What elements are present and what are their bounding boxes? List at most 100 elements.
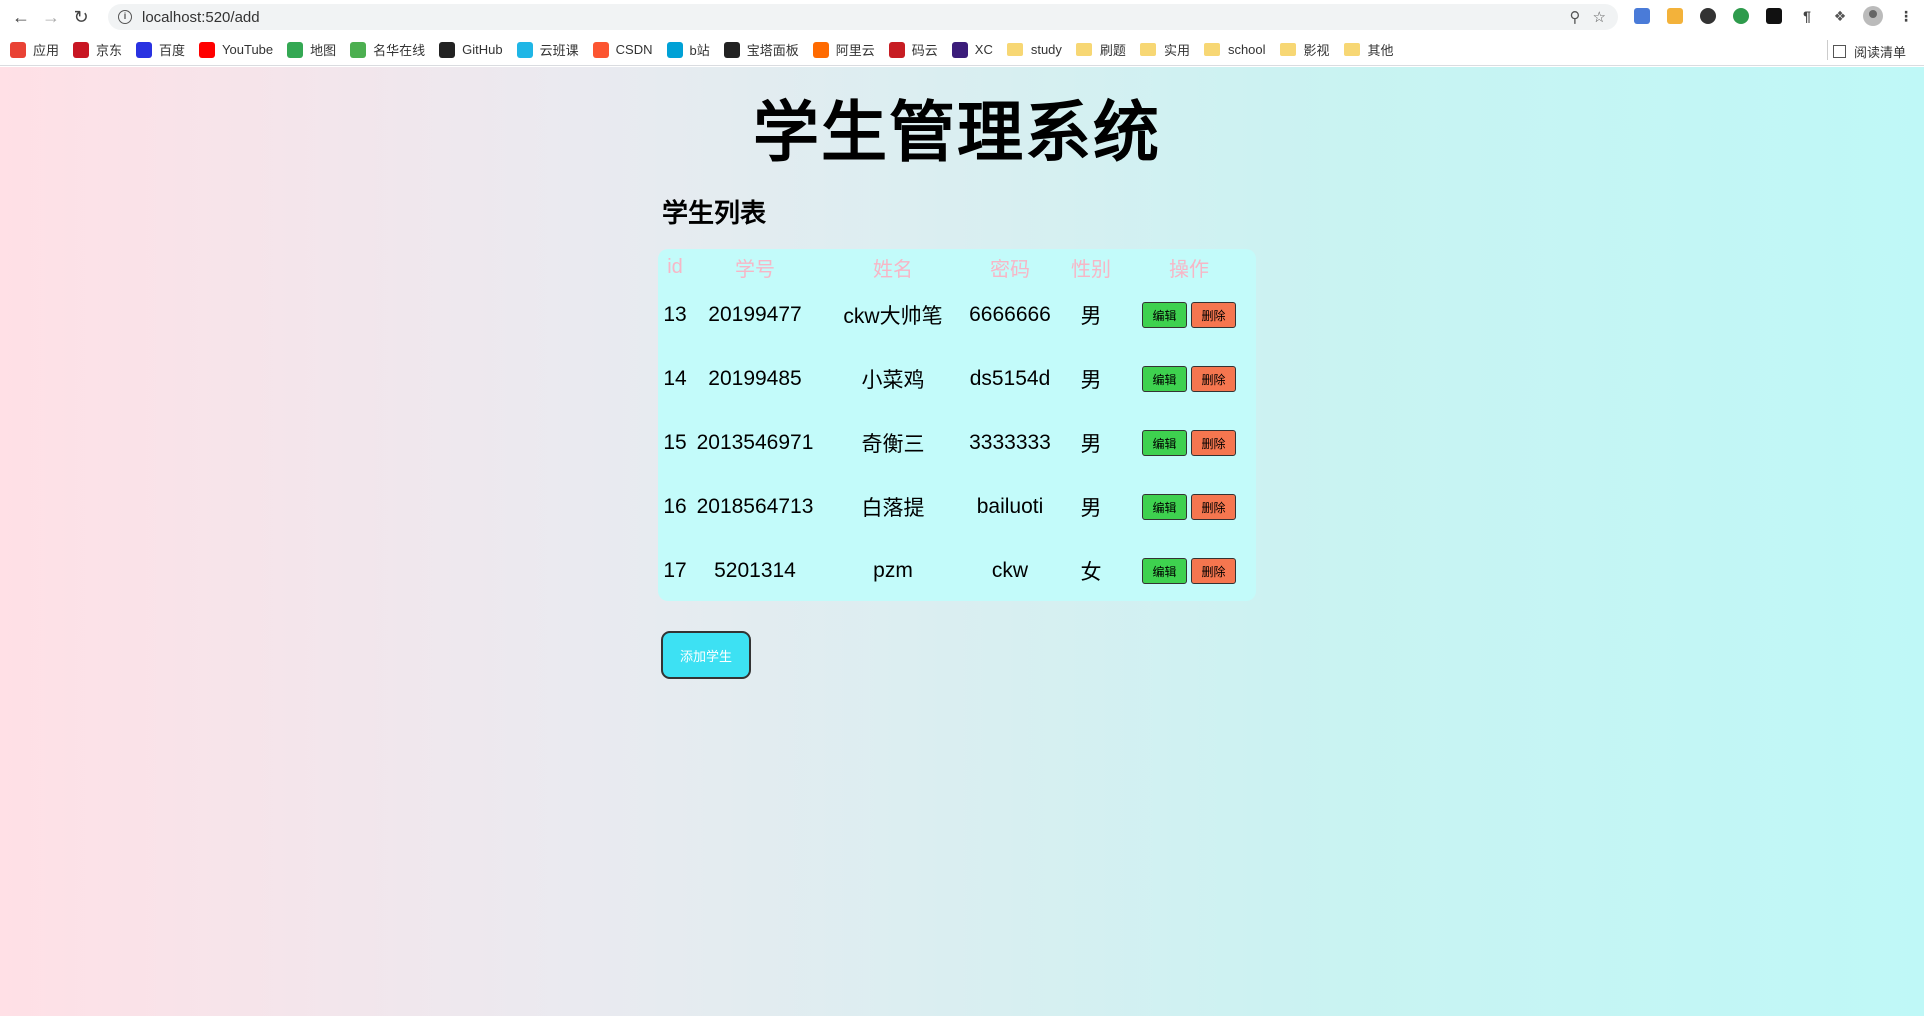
bookmark-favicon-icon <box>812 41 829 58</box>
cell-sno: 2018564713 <box>696 495 814 518</box>
bookmark-item[interactable]: 阿里云 <box>812 40 875 59</box>
cell-actions: 编辑 删除 <box>1130 347 1248 411</box>
folder-icon <box>1343 43 1360 56</box>
table-row: 16 2018564713 白落提 bailuoti 男 编辑 删除 <box>658 475 1248 539</box>
browser-toolbar: ← → ↻ i localhost:520/add ⚲ ☆ ¶ ❖ ⋮ <box>0 0 1924 34</box>
bookmark-folder[interactable]: 刷题 <box>1075 40 1126 59</box>
extension-icon-5[interactable] <box>1762 4 1786 28</box>
delete-button[interactable]: 删除 <box>1191 558 1236 585</box>
edit-button[interactable]: 编辑 <box>1142 494 1187 521</box>
bookmark-item[interactable]: YouTube <box>199 41 274 58</box>
bookmark-item[interactable]: b站 <box>666 40 710 59</box>
folder-icon <box>1279 43 1296 56</box>
site-info-icon[interactable]: i <box>118 10 132 24</box>
column-header-actions: 操作 <box>1169 258 1209 281</box>
bookmark-folder[interactable]: study <box>1006 42 1062 57</box>
extension-icon-4[interactable] <box>1729 4 1753 28</box>
extensions-bar: ¶ ❖ ⋮ <box>1630 4 1918 28</box>
cell-name: 奇衡三 <box>861 433 925 456</box>
extension-icon-6[interactable]: ¶ <box>1795 4 1819 28</box>
bookmark-item[interactable]: CSDN <box>592 41 653 58</box>
bookmark-favicon-icon <box>666 41 683 58</box>
cell-name: 小菜鸡 <box>861 369 925 392</box>
bookmark-folder-label: school <box>1227 42 1266 57</box>
edit-button[interactable]: 编辑 <box>1142 302 1187 329</box>
bookmark-label: 码云 <box>911 43 938 58</box>
bookmark-folder[interactable]: 实用 <box>1139 40 1190 59</box>
menu-kebab-icon[interactable]: ⋮ <box>1894 4 1918 28</box>
back-arrow-icon[interactable]: ← <box>6 2 36 32</box>
cell-id: 14 <box>663 367 687 390</box>
bookmark-label: 百度 <box>159 43 186 58</box>
bookmark-label: GitHub <box>462 42 503 57</box>
cell-id: 15 <box>663 431 687 454</box>
delete-button[interactable]: 删除 <box>1191 302 1236 329</box>
bookmark-item[interactable]: 宝塔面板 <box>723 40 799 59</box>
cell-sno: 20199485 <box>708 367 802 390</box>
bookmark-folder[interactable]: school <box>1203 42 1266 57</box>
table-row: 17 5201314 pzm ckw 女 编辑 删除 <box>658 539 1248 603</box>
folder-icon <box>1006 43 1023 56</box>
bookmark-label: 云班课 <box>539 43 579 58</box>
bookmark-item[interactable]: 地图 <box>287 40 336 59</box>
edit-button[interactable]: 编辑 <box>1142 366 1187 393</box>
bookmark-label: 名华在线 <box>373 43 426 58</box>
cell-id: 17 <box>663 559 687 582</box>
edit-button[interactable]: 编辑 <box>1142 558 1187 585</box>
bookmark-item[interactable]: 云班课 <box>516 40 579 59</box>
cell-password: bailuoti <box>976 495 1044 518</box>
cell-actions: 编辑 删除 <box>1130 283 1248 347</box>
folder-icon <box>1139 43 1156 56</box>
bookmark-favicon-icon <box>592 41 609 58</box>
address-bar[interactable]: i localhost:520/add ⚲ ☆ <box>108 4 1618 30</box>
cell-actions: 编辑 删除 <box>1130 475 1248 539</box>
puzzle-icon[interactable]: ❖ <box>1828 4 1852 28</box>
delete-button[interactable]: 删除 <box>1191 430 1236 457</box>
student-table-container: id 学号 姓名 密码 性别 操作 13 20199477 ckw大帅笔 666666… <box>658 249 1256 601</box>
key-icon[interactable]: ⚲ <box>1570 8 1581 26</box>
bookmark-folder[interactable]: 影视 <box>1279 40 1330 59</box>
bookmark-folder[interactable]: 其他 <box>1343 40 1394 59</box>
bookmark-item[interactable]: XC <box>951 41 993 58</box>
extension-icon-2[interactable] <box>1663 4 1687 28</box>
bookmark-label: YouTube <box>222 42 274 57</box>
cell-id: 16 <box>663 495 687 518</box>
star-icon[interactable]: ☆ <box>1593 8 1606 26</box>
bookmark-item[interactable]: 京东 <box>73 40 122 59</box>
bookmark-label: 阿里云 <box>835 43 875 58</box>
bookmark-label: b站 <box>689 43 710 58</box>
forward-arrow-icon[interactable]: → <box>36 2 66 32</box>
delete-button[interactable]: 删除 <box>1191 494 1236 521</box>
profile-avatar-icon[interactable] <box>1861 4 1885 28</box>
bookmark-folder-label: study <box>1030 42 1062 57</box>
bookmark-folder-label: 刷题 <box>1099 43 1126 58</box>
url-text: localhost:520/add <box>142 8 260 26</box>
bookmark-item[interactable]: 码云 <box>888 40 938 59</box>
add-student-button[interactable]: 添加学生 <box>661 631 751 679</box>
cell-id: 13 <box>663 303 687 326</box>
bookmark-item[interactable]: 名华在线 <box>350 40 425 59</box>
extension-icon-3[interactable] <box>1696 4 1720 28</box>
translate-extension-icon[interactable] <box>1630 4 1654 28</box>
cell-password: 3333333 <box>969 431 1051 454</box>
bookmark-label: 宝塔面板 <box>746 43 799 58</box>
table-row: 14 20199485 小菜鸡 ds5154d 男 编辑 删除 <box>658 347 1248 411</box>
table-row: 15 2013546971 奇衡三 3333333 男 编辑 删除 <box>658 411 1248 475</box>
reload-icon[interactable]: ↻ <box>66 2 96 32</box>
column-header-gender: 性别 <box>1071 258 1111 281</box>
bookmark-label: 应用 <box>33 43 60 58</box>
column-header-id: id <box>667 255 683 278</box>
column-header-name: 姓名 <box>873 258 913 281</box>
bookmark-item[interactable]: 应用 <box>10 40 59 59</box>
bookmark-item[interactable]: 百度 <box>136 40 185 59</box>
cell-name: pzm <box>873 559 913 582</box>
cell-sno: 20199477 <box>708 303 802 326</box>
edit-button[interactable]: 编辑 <box>1142 430 1187 457</box>
cell-sno: 5201314 <box>714 559 796 582</box>
reading-list-button[interactable]: 阅读清单 <box>1832 42 1906 61</box>
bookmark-favicon-icon <box>199 41 216 58</box>
delete-button[interactable]: 删除 <box>1191 366 1236 393</box>
bookmark-item[interactable]: GitHub <box>439 41 503 58</box>
student-table: id 学号 姓名 密码 性别 操作 13 20199477 ckw大帅笔 666666… <box>658 249 1248 603</box>
bookmark-favicon-icon <box>136 41 153 58</box>
